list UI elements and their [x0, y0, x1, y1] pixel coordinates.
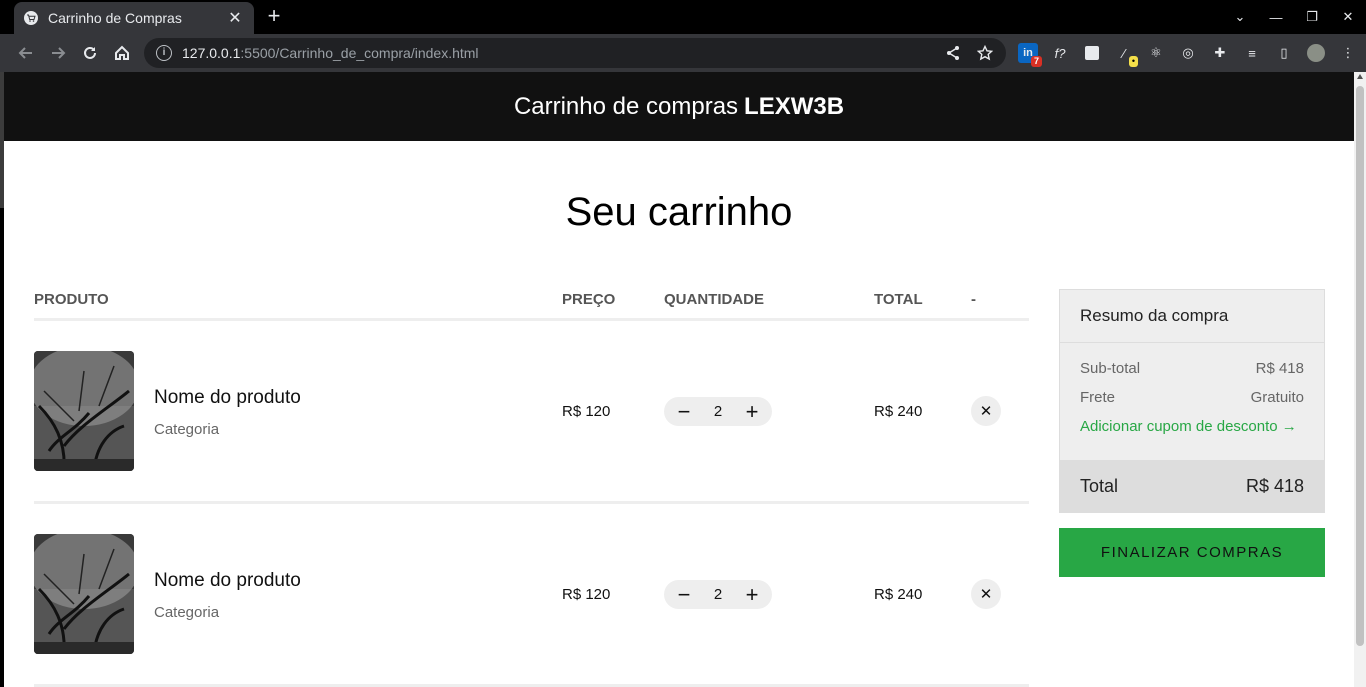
product-name[interactable]: Nome do produto — [154, 570, 301, 592]
increase-quantity-button[interactable]: + — [744, 583, 760, 606]
browser-toolbar: i 127.0.0.1:5500/Carrinho_de_compra/inde… — [0, 34, 1366, 72]
share-icon[interactable] — [944, 44, 962, 62]
site-header: Carrinho de compras LEXW3B — [4, 72, 1354, 141]
extension-formula-icon[interactable]: f? — [1050, 43, 1070, 63]
side-panel-icon[interactable]: ▯ — [1274, 43, 1294, 63]
extension-in-icon[interactable]: in 7 — [1018, 43, 1042, 67]
restore-icon[interactable]: ❐ — [1294, 9, 1330, 25]
site-header-title: Carrinho de compras — [513, 92, 739, 120]
remove-item-button[interactable]: ✕ — [971, 579, 1001, 609]
home-icon[interactable] — [110, 41, 134, 65]
extension-sheet-icon[interactable] — [1082, 43, 1102, 63]
summary-total: Total R$ 418 — [1060, 460, 1324, 512]
browser-tabstrip: Carrinho de Compras ✕ + ⌄ — ❐ ✕ — [0, 0, 1366, 34]
tab-close-icon[interactable]: ✕ — [226, 8, 244, 28]
total-label: Total — [1080, 475, 1119, 496]
url-text: 127.0.0.1:5500/Carrinho_de_compra/index.… — [182, 45, 930, 61]
bookmark-star-icon[interactable] — [976, 44, 994, 62]
scrollbar-thumb[interactable] — [1356, 86, 1364, 646]
order-summary: Resumo da compra Sub-total R$ 418 Frete … — [1059, 289, 1325, 513]
product-price: R$ 120 — [562, 403, 611, 420]
extension-badge-yellow: • — [1128, 56, 1138, 67]
tab-search-icon[interactable]: ⌄ — [1222, 9, 1258, 25]
product-name[interactable]: Nome do produto — [154, 387, 301, 409]
page-content: Carrinho de compras LEXW3B Seu carrinho … — [4, 72, 1354, 687]
browser-tab[interactable]: Carrinho de Compras ✕ — [14, 2, 254, 34]
shipping-label: Frete — [1080, 389, 1116, 406]
checkout-button[interactable]: Finalizar compras — [1059, 528, 1325, 577]
back-icon[interactable] — [14, 41, 38, 65]
subtotal-line: Sub-total R$ 418 — [1080, 354, 1304, 383]
target-icon[interactable]: ◎ — [1178, 43, 1198, 63]
url-host: 127.0.0.1 — [182, 45, 241, 61]
extensions-area: in 7 f? ⁄ • ⚛ ◎ ✚ ≡ ▯ ⋮ — [1018, 43, 1366, 67]
item-total: R$ 240 — [874, 403, 923, 420]
product-category: Categoria — [154, 421, 220, 438]
extension-pen-icon[interactable]: ⁄ • — [1114, 43, 1138, 67]
minimize-icon[interactable]: — — [1258, 10, 1294, 25]
item-total: R$ 240 — [874, 586, 923, 603]
remove-item-button[interactable]: ✕ — [971, 396, 1001, 426]
close-window-icon[interactable]: ✕ — [1330, 9, 1366, 25]
quantity-stepper: − 2 + — [664, 397, 772, 426]
page-scrollbar[interactable] — [1354, 72, 1366, 687]
add-coupon-link[interactable]: Adicionar cupom de desconto → — [1080, 412, 1304, 441]
cart-icon — [24, 11, 38, 25]
cart-item-row: Nome do produto Categoria R$ 120 − 2 + R… — [34, 534, 1029, 654]
quantity-stepper: − 2 + — [664, 580, 772, 609]
product-price: R$ 120 — [562, 586, 611, 603]
column-header-remove: - — [971, 291, 976, 308]
menu-kebab-icon[interactable]: ⋮ — [1338, 43, 1358, 63]
header-divider — [34, 318, 1029, 321]
row-divider — [34, 501, 1029, 504]
forward-icon[interactable] — [46, 41, 70, 65]
product-image — [34, 534, 134, 654]
column-header-total: TOTAL — [874, 291, 923, 308]
column-header-quantity: QUANTIDADE — [664, 291, 764, 308]
decrease-quantity-button[interactable]: − — [676, 400, 692, 423]
reload-icon[interactable] — [78, 41, 102, 65]
total-value: R$ 418 — [1245, 475, 1304, 496]
address-bar[interactable]: i 127.0.0.1:5500/Carrinho_de_compra/inde… — [144, 38, 1006, 68]
quantity-value: 2 — [713, 403, 723, 420]
increase-quantity-button[interactable]: + — [744, 400, 760, 423]
decrease-quantity-button[interactable]: − — [676, 583, 692, 606]
react-devtools-icon[interactable]: ⚛ — [1146, 43, 1166, 63]
subtotal-value: R$ 418 — [1255, 360, 1304, 377]
scroll-up-arrow-icon[interactable] — [1357, 74, 1363, 79]
tab-title: Carrinho de Compras — [48, 10, 182, 26]
summary-body: Sub-total R$ 418 Frete Gratuito Adiciona… — [1060, 343, 1324, 460]
product-image — [34, 351, 134, 471]
media-playlist-icon[interactable]: ≡ — [1242, 43, 1262, 63]
quantity-value: 2 — [713, 586, 723, 603]
summary-title: Resumo da compra — [1060, 290, 1324, 343]
subtotal-label: Sub-total — [1080, 360, 1141, 377]
column-header-product: PRODUTO — [34, 291, 109, 308]
site-brand: LEXW3B — [744, 92, 845, 120]
new-tab-button[interactable]: + — [262, 4, 286, 28]
window-controls: ⌄ — ❐ ✕ — [1222, 0, 1366, 34]
profile-avatar-icon[interactable] — [1306, 43, 1326, 63]
puzzle-extensions-icon[interactable]: ✚ — [1210, 43, 1230, 63]
column-header-price: PREÇO — [562, 291, 616, 308]
shipping-line: Frete Gratuito — [1080, 383, 1304, 412]
shipping-value: Gratuito — [1250, 389, 1304, 406]
url-path: :5500/Carrinho_de_compra/index.html — [240, 45, 479, 61]
cart-item-row: Nome do produto Categoria R$ 120 − 2 + R… — [34, 351, 1029, 471]
site-info-icon[interactable]: i — [156, 45, 172, 61]
product-category: Categoria — [154, 604, 220, 621]
page-title: Seu carrinho — [565, 190, 793, 234]
extension-badge: 7 — [1030, 56, 1042, 67]
